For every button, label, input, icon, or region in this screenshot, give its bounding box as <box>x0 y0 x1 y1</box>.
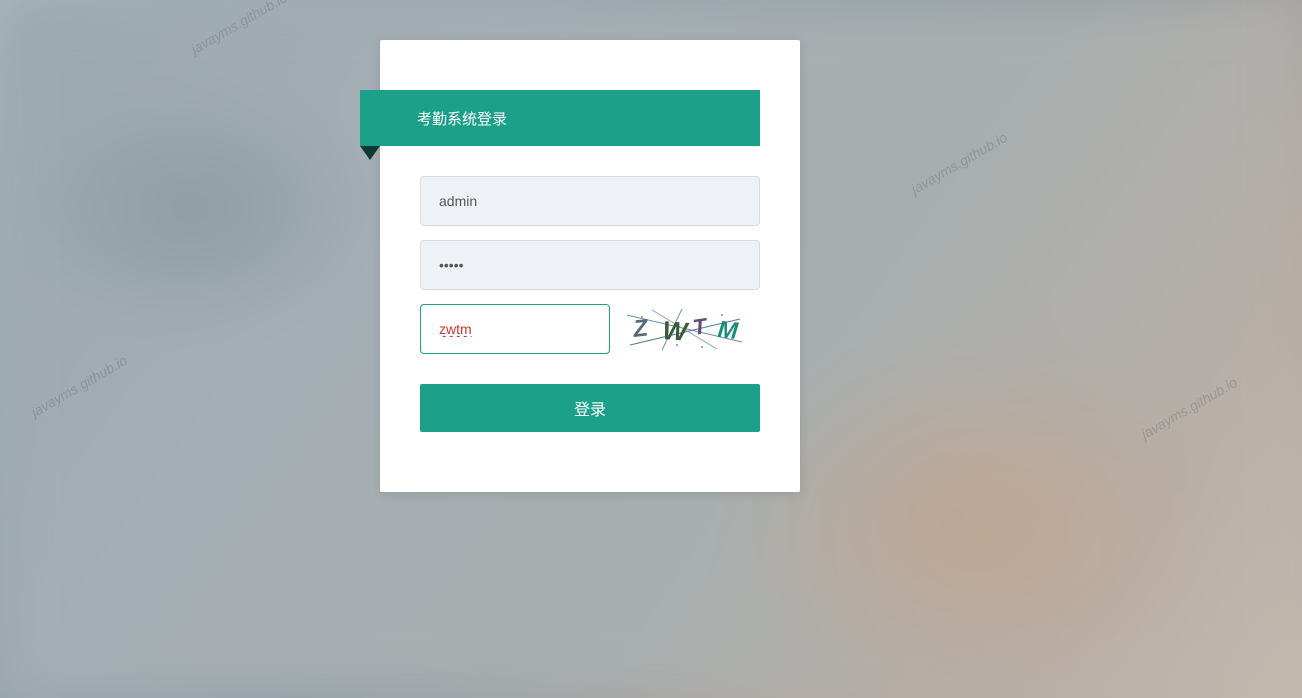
login-title-text: 考勤系统登录 <box>417 108 507 129</box>
password-input[interactable] <box>420 240 760 290</box>
login-form: Z W T M 登录 <box>380 146 800 432</box>
captcha-row: Z W T M <box>420 304 760 354</box>
login-title-banner: 考勤系统登录 <box>360 90 760 146</box>
username-input[interactable] <box>420 176 760 226</box>
login-card: 考勤系统登录 Z W T M <box>380 40 800 492</box>
svg-text:Z: Z <box>631 314 651 343</box>
login-button[interactable]: 登录 <box>420 384 760 432</box>
svg-text:M: M <box>716 316 740 345</box>
svg-text:W: W <box>662 315 691 347</box>
captcha-image[interactable]: Z W T M <box>622 307 750 352</box>
captcha-input[interactable] <box>420 304 610 354</box>
